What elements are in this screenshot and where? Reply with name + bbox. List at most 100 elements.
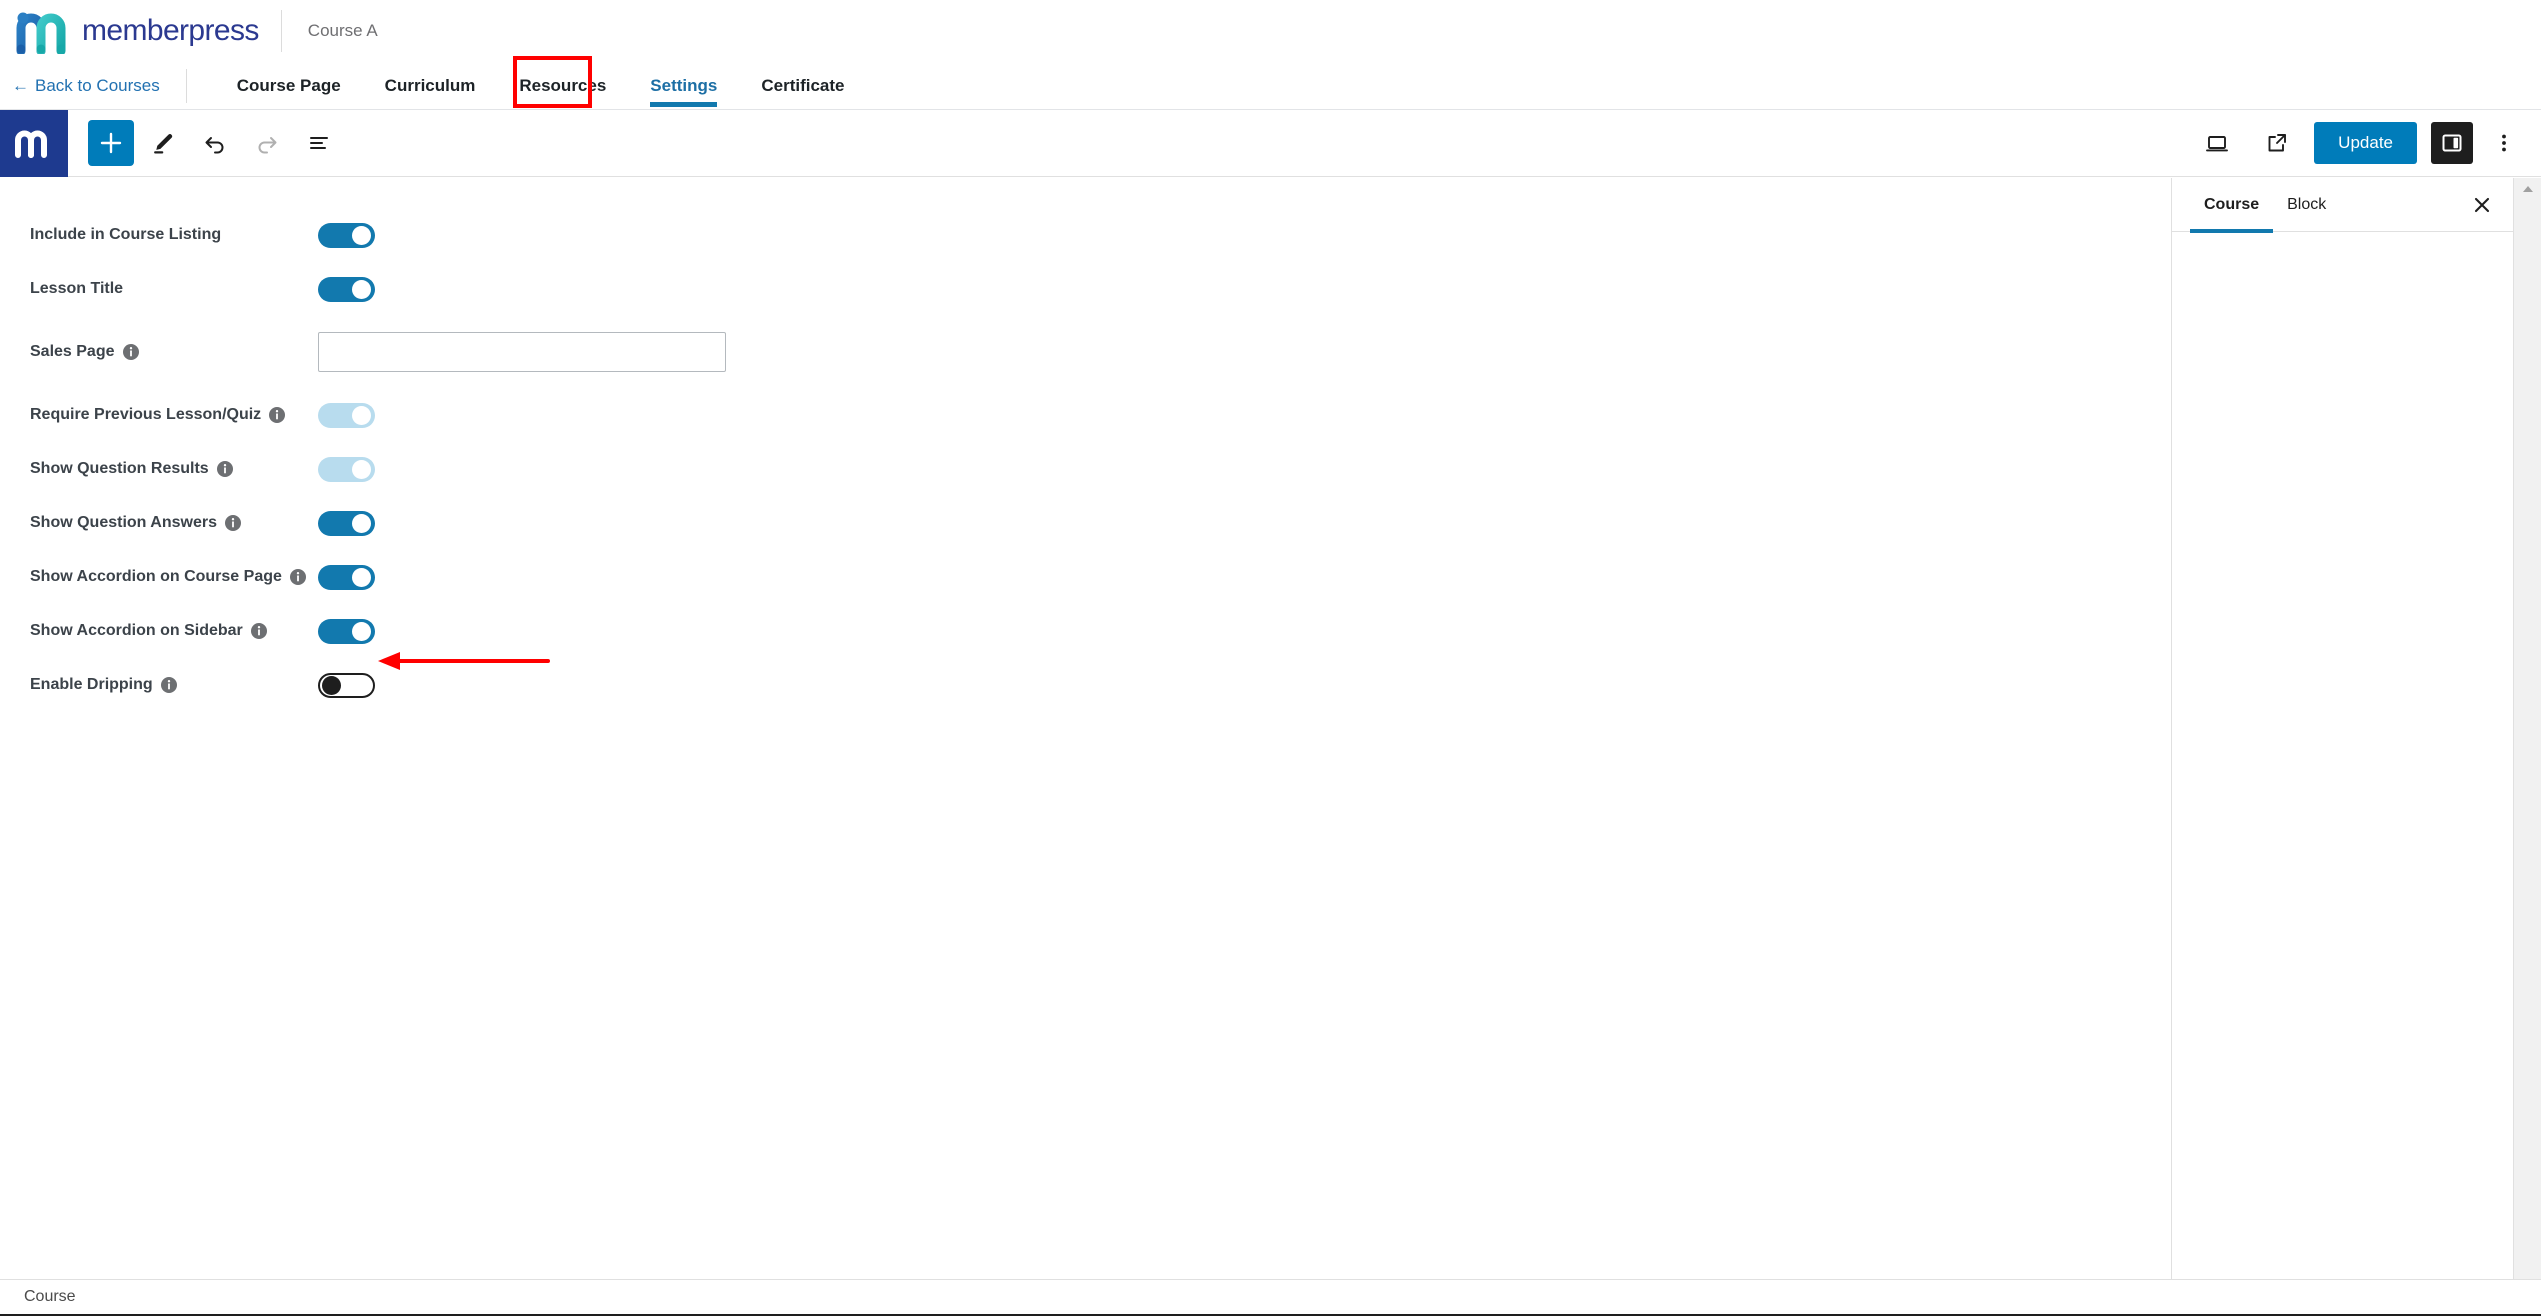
setting-row-show-question-answers: Show Question Answers: [0, 496, 2171, 550]
undo-button[interactable]: [192, 120, 238, 166]
toggle-show-accordion-on-course-page[interactable]: [318, 564, 375, 590]
info-circle-icon[interactable]: [224, 514, 242, 532]
brand-divider: [280, 10, 282, 52]
editor-options-button[interactable]: [2487, 120, 2521, 166]
arrow-left-icon: ←: [12, 75, 29, 95]
setting-label-text: Show Accordion on Sidebar: [30, 622, 243, 639]
course-tabs: Course Page Curriculum Resources Setting…: [215, 62, 867, 110]
toggle-lesson-title[interactable]: [318, 276, 375, 302]
toggle-require-previous-lesson-quiz[interactable]: [318, 402, 375, 428]
back-to-courses-label: Back to Courses: [35, 75, 160, 95]
sidebar-panel-icon: [2442, 134, 2462, 152]
setting-control: [318, 456, 375, 482]
close-icon: [2474, 197, 2490, 212]
setting-row-show-accordion-on-course-page: Show Accordion on Course Page: [0, 550, 2171, 604]
toggle-enable-dripping[interactable]: [318, 672, 375, 698]
info-circle-icon[interactable]: [160, 676, 178, 694]
update-button[interactable]: Update: [2314, 122, 2417, 164]
undo-icon: [205, 137, 224, 154]
toggle-knob: [352, 279, 371, 299]
setting-label: Include in Course Listing: [0, 226, 318, 244]
back-to-courses-link[interactable]: ← Back to Courses: [12, 76, 160, 96]
tools-button[interactable]: [140, 120, 186, 166]
toggle-knob: [352, 513, 371, 533]
setting-label-text: Lesson Title: [30, 280, 124, 297]
setting-control: [318, 402, 375, 428]
course-title: Course A: [307, 21, 378, 40]
tab-certificate[interactable]: Certificate: [739, 62, 866, 110]
setting-control: [318, 332, 726, 372]
toggle-knob: [352, 405, 371, 425]
toggle-knob: [322, 675, 341, 695]
setting-control: [318, 510, 375, 536]
list-view-icon: [310, 137, 328, 149]
setting-control: [318, 564, 375, 590]
memberpress-logo[interactable]: memberpress: [14, 8, 259, 54]
setting-label: Show Accordion on Course Page: [0, 568, 318, 586]
external-link-icon: [2268, 134, 2287, 152]
editor-tools-left: [88, 120, 342, 166]
toggle-include-in-course-listing[interactable]: [318, 222, 375, 248]
setting-label-text: Show Question Results: [30, 460, 209, 477]
info-circle-icon[interactable]: [250, 622, 268, 640]
setting-label-text: Include in Course Listing: [30, 226, 222, 243]
pencil-icon: [154, 134, 173, 154]
tab-settings[interactable]: Settings: [628, 62, 739, 110]
setting-row-require-previous-lesson-quiz: Require Previous Lesson/Quiz: [0, 388, 2171, 442]
setting-control: [318, 222, 375, 248]
setting-label-text: Enable Dripping: [30, 676, 153, 693]
redo-icon: [258, 137, 277, 154]
setting-control: [318, 618, 375, 644]
sidebar-tab-block[interactable]: Block: [2273, 178, 2340, 232]
breadcrumb-course: Course: [24, 1288, 76, 1305]
setting-label: Enable Dripping: [0, 676, 318, 694]
setting-row-enable-dripping: Enable Dripping: [0, 658, 2171, 712]
setting-label-text: Show Accordion on Course Page: [30, 568, 282, 585]
settings-sidebar-toggle-button[interactable]: [2431, 122, 2473, 164]
info-circle-icon[interactable]: [289, 568, 307, 586]
setting-label: Sales Page: [0, 343, 318, 361]
info-circle-icon[interactable]: [268, 406, 286, 424]
desktop-icon: [2206, 136, 2229, 152]
toggle-knob: [352, 459, 371, 479]
setting-label-text: Require Previous Lesson/Quiz: [30, 406, 262, 423]
setting-label-text: Sales Page: [30, 343, 115, 360]
toggle-show-question-answers[interactable]: [318, 510, 375, 536]
list-view-button[interactable]: [296, 120, 342, 166]
setting-row-lesson-title: Lesson Title: [0, 262, 2171, 316]
memberpress-m-logo-icon: [16, 12, 66, 54]
setting-control: [318, 276, 375, 302]
editor-body: Include in Course Listing Lesson Title S…: [0, 178, 2541, 1279]
toggle-knob: [352, 567, 371, 587]
course-nav-bar: ← Back to Courses Course Page Curriculum…: [0, 62, 2541, 110]
close-sidebar-button[interactable]: [2465, 188, 2499, 222]
setting-control: [318, 672, 375, 698]
editor-logo-button[interactable]: [0, 109, 68, 177]
setting-row-sales-page: Sales Page: [0, 316, 2171, 388]
page-scrollbar[interactable]: [2513, 178, 2541, 1279]
scroll-up-arrow-icon[interactable]: [2514, 178, 2541, 200]
memberpress-m-mark-icon: [15, 130, 47, 158]
toggle-show-question-results[interactable]: [318, 456, 375, 482]
info-circle-icon[interactable]: [122, 343, 140, 361]
add-block-button[interactable]: [88, 120, 134, 166]
tab-curriculum[interactable]: Curriculum: [363, 62, 498, 110]
view-post-button[interactable]: [2254, 120, 2300, 166]
sidebar-tab-course[interactable]: Course: [2190, 178, 2274, 233]
tab-resources[interactable]: Resources: [497, 62, 628, 110]
toggle-knob: [352, 621, 371, 641]
editor-status-bar: Course: [0, 1279, 2541, 1316]
memberpress-wordmark: memberpress: [82, 14, 259, 47]
course-settings-pane: Include in Course Listing Lesson Title S…: [0, 178, 2172, 1279]
settings-sidebar-header: Course Block: [2172, 178, 2513, 233]
redo-button[interactable]: [244, 120, 290, 166]
sales-page-input[interactable]: [318, 332, 726, 372]
toggle-show-accordion-on-sidebar[interactable]: [318, 618, 375, 644]
info-circle-icon[interactable]: [216, 460, 234, 478]
editor-tools-right: Update: [2194, 120, 2521, 166]
setting-label: Lesson Title: [0, 280, 318, 298]
tab-course-page[interactable]: Course Page: [215, 62, 363, 110]
setting-row-show-accordion-on-sidebar: Show Accordion on Sidebar: [0, 604, 2171, 658]
preview-button[interactable]: [2194, 120, 2240, 166]
editor-toolbar: Update: [0, 109, 2541, 177]
